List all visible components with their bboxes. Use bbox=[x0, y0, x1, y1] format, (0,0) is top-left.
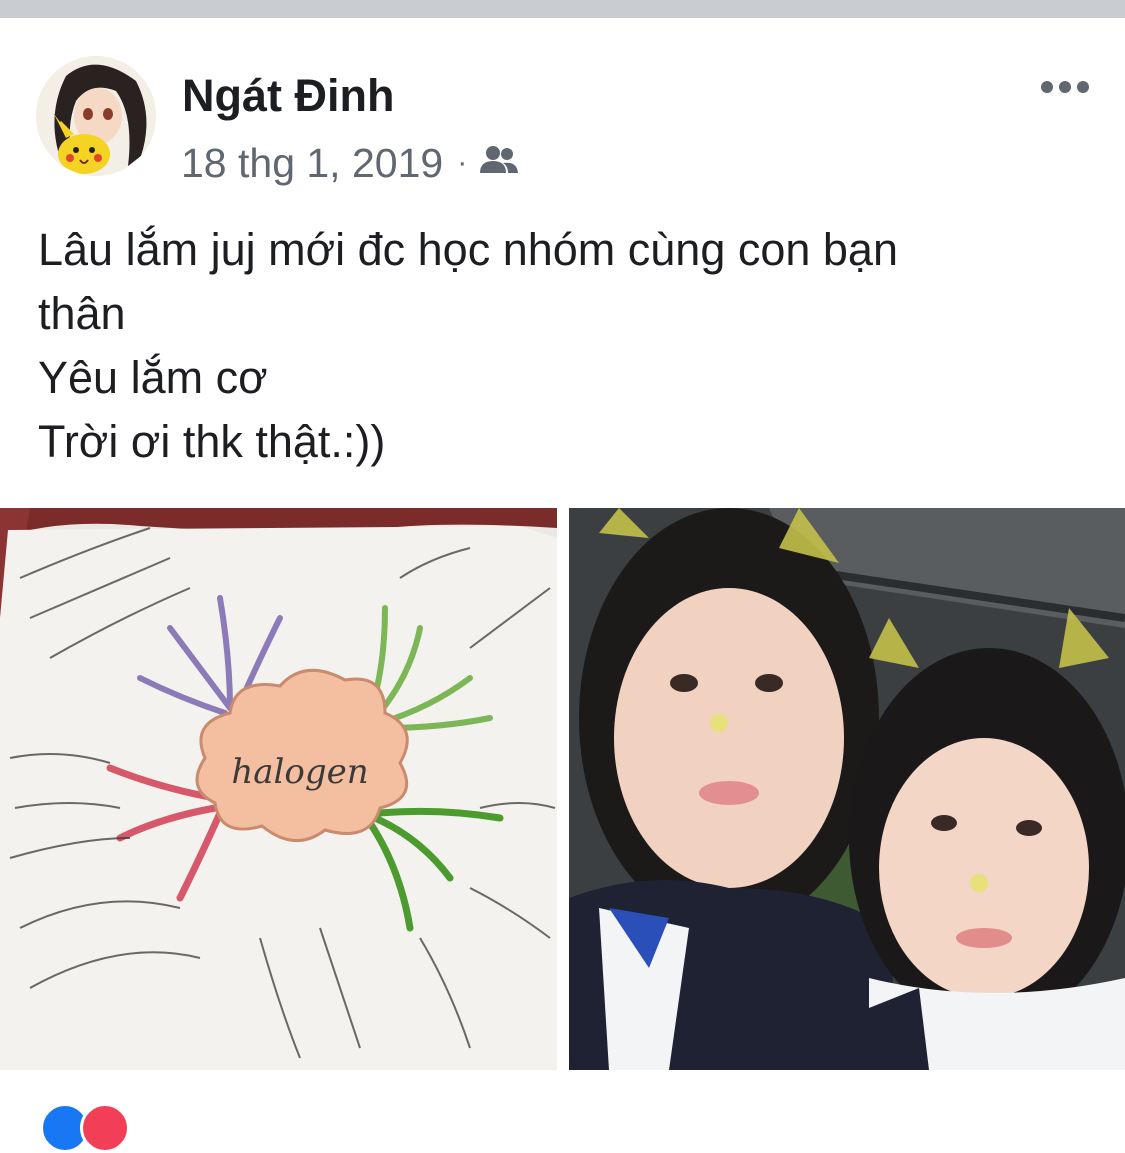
meta-separator: · bbox=[457, 146, 468, 179]
mindmap-center-label: halogen bbox=[231, 752, 368, 792]
caption-line: Trời ơi thk thật.:)) bbox=[38, 416, 386, 467]
caption-line: Yêu lắm cơ bbox=[38, 352, 268, 403]
friends-icon[interactable] bbox=[479, 140, 519, 187]
post-meta: 18 thg 1, 2019 · bbox=[181, 138, 519, 188]
selfie-image bbox=[569, 508, 1125, 1070]
post-date[interactable]: 18 thg 1, 2019 bbox=[181, 140, 443, 187]
reactions-row[interactable] bbox=[40, 1103, 1080, 1153]
photo-selfie[interactable] bbox=[569, 508, 1125, 1070]
avatar[interactable] bbox=[36, 56, 156, 176]
author-name[interactable]: Ngát Đinh bbox=[182, 70, 394, 122]
caption-line: thân bbox=[38, 288, 126, 339]
photo-mindmap[interactable]: halogen bbox=[0, 508, 557, 1070]
post-card: Ngát Đinh 18 thg 1, 2019 · Lâu lắm juj m… bbox=[0, 18, 1125, 1153]
mindmap-image: halogen bbox=[0, 508, 557, 1070]
top-strip bbox=[0, 0, 1125, 18]
more-options-icon[interactable] bbox=[1030, 72, 1100, 102]
caption-line: Lâu lắm juj mới đc học nhóm cùng con bạn bbox=[38, 224, 898, 275]
love-reaction-icon bbox=[80, 1103, 130, 1153]
avatar-image bbox=[36, 56, 156, 176]
post-caption: Lâu lắm juj mới đc học nhóm cùng con bạn… bbox=[38, 218, 1098, 474]
